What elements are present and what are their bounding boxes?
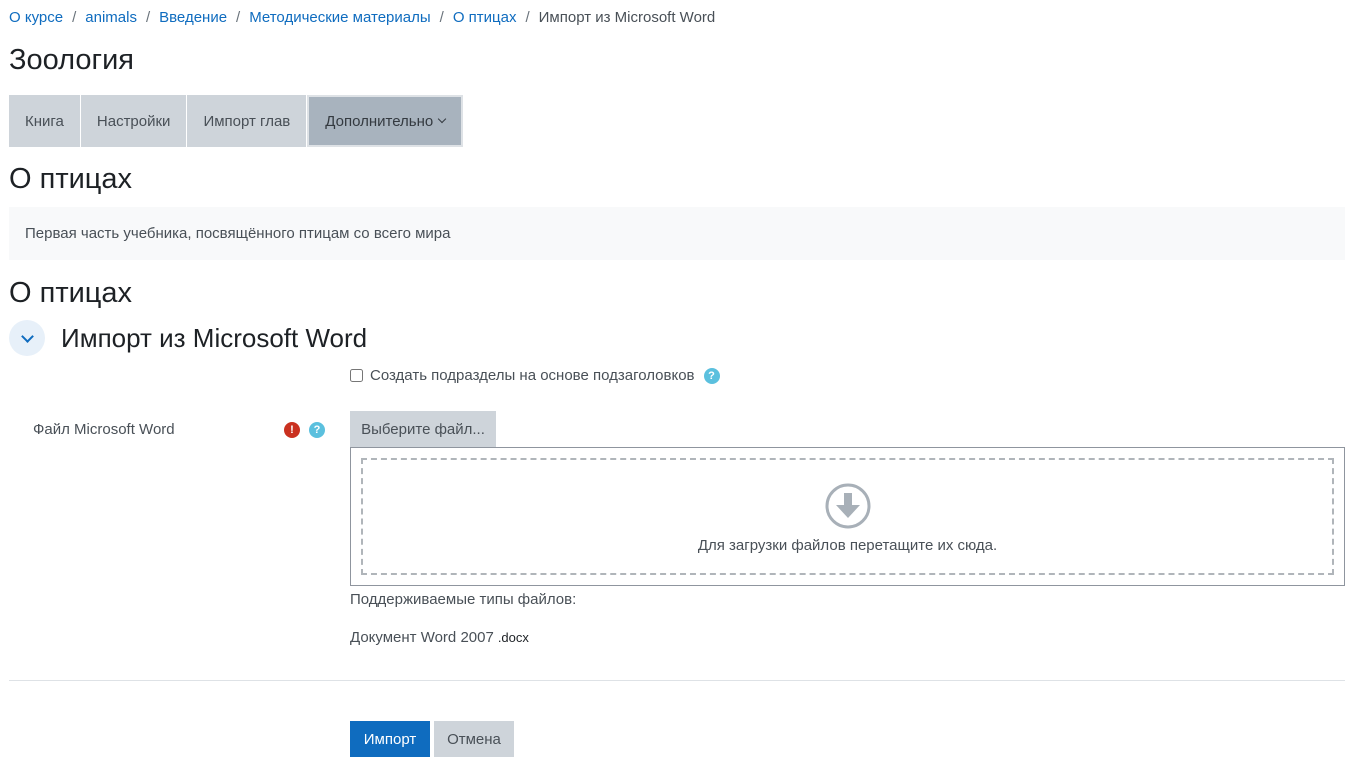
subchapters-option: Создать подразделы на основе подзаголовк…: [350, 367, 720, 384]
download-arrow-icon: [825, 483, 870, 529]
import-button[interactable]: Импорт: [350, 721, 430, 757]
subchapters-checkbox[interactable]: [350, 369, 363, 382]
page-title: Зоология: [9, 44, 134, 76]
form-divider: [9, 680, 1345, 681]
breadcrumb-separator: /: [72, 9, 77, 26]
subchapters-label: Создать подразделы на основе подзаголовк…: [370, 367, 695, 384]
tab-settings[interactable]: Настройки: [80, 95, 188, 147]
breadcrumb-link-birds[interactable]: О птицах: [453, 9, 517, 26]
secondary-navigation: Книга Настройки Импорт глав Дополнительн…: [9, 95, 464, 147]
accepted-type-item: Документ Word 2007 .docx: [350, 629, 529, 646]
chevron-down-icon: [20, 329, 34, 343]
accepted-types-label: Поддерживаемые типы файлов:: [350, 591, 577, 608]
book-intro: Первая часть учебника, посвящённого птиц…: [9, 207, 1345, 260]
accepted-type-name: Документ Word 2007: [350, 629, 494, 646]
file-field-label: Файл Microsoft Word: [33, 421, 175, 438]
tab-book[interactable]: Книга: [9, 95, 81, 147]
required-icon: !: [284, 422, 300, 438]
chapter-title: О птицах: [9, 163, 133, 195]
cancel-button[interactable]: Отмена: [434, 721, 514, 757]
accepted-type-ext: .docx: [497, 630, 529, 645]
breadcrumb-link-animals[interactable]: animals: [85, 9, 137, 26]
breadcrumb-current: Импорт из Microsoft Word: [538, 9, 716, 26]
breadcrumb-separator: /: [145, 9, 151, 26]
breadcrumb-link-intro[interactable]: Введение: [159, 9, 227, 26]
breadcrumb: О курсе / animals / Введение / Методичес…: [9, 9, 715, 26]
help-icon[interactable]: ?: [309, 422, 325, 438]
tab-import-chapters[interactable]: Импорт глав: [187, 95, 308, 147]
book-intro-text: Первая часть учебника, посвящённого птиц…: [25, 225, 451, 242]
import-section-header: Импорт из Microsoft Word: [9, 320, 367, 356]
file-dropzone[interactable]: Для загрузки файлов перетащите их сюда.: [350, 447, 1345, 586]
breadcrumb-link-materials[interactable]: Методические материалы: [249, 9, 430, 26]
chapter-title-repeat: О птицах: [9, 277, 133, 309]
tab-more-label: Дополнительно: [325, 112, 434, 130]
file-field-icons: ! ?: [284, 422, 325, 438]
dropzone-text: Для загрузки файлов перетащите их сюда.: [697, 537, 998, 554]
breadcrumb-separator: /: [236, 9, 241, 26]
choose-file-button[interactable]: Выберите файл...: [350, 411, 496, 448]
help-icon[interactable]: ?: [703, 367, 720, 384]
section-title: Импорт из Microsoft Word: [61, 322, 368, 353]
breadcrumb-separator: /: [525, 9, 530, 26]
collapse-section-button[interactable]: [9, 320, 45, 356]
chevron-down-icon: [438, 114, 447, 124]
breadcrumb-link-course[interactable]: О курсе: [9, 9, 63, 26]
breadcrumb-separator: /: [439, 9, 444, 26]
dropzone-area[interactable]: Для загрузки файлов перетащите их сюда.: [361, 458, 1334, 575]
tab-more[interactable]: Дополнительно: [307, 95, 464, 147]
